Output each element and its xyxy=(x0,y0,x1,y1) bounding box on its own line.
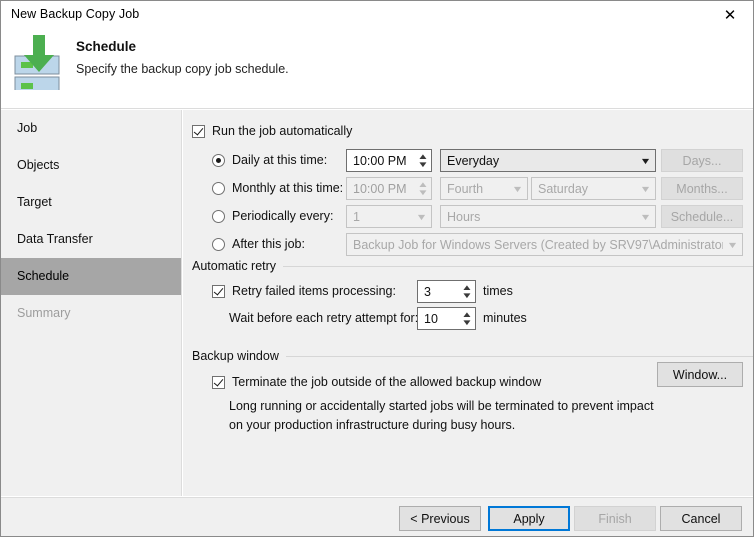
wait-minutes-value: 10 xyxy=(418,312,458,326)
terminate-job-checkbox[interactable] xyxy=(212,376,225,389)
sidebar-item-summary: Summary xyxy=(1,295,181,332)
run-automatically-row: Run the job automatically xyxy=(192,124,352,138)
daily-recurrence-combo[interactable]: Everyday ▼ xyxy=(440,149,656,172)
retry-times-suffix: times xyxy=(483,284,513,298)
periodically-interval-combo: 1 ▼ xyxy=(346,205,432,228)
daily-time-value: 10:00 PM xyxy=(347,154,414,168)
monthly-radio[interactable] xyxy=(212,182,225,195)
chevron-down-icon: ▼ xyxy=(409,212,435,222)
group-divider xyxy=(283,266,754,267)
chevron-down-icon: ▼ xyxy=(633,184,659,194)
daily-radio[interactable] xyxy=(212,154,225,167)
terminate-job-label: Terminate the job outside of the allowed… xyxy=(232,375,541,389)
daily-time-spinner[interactable]: 10:00 PM ▲▼ xyxy=(346,149,432,172)
close-icon[interactable]: ✕ xyxy=(707,1,753,29)
dialog-header: Schedule Specify the backup copy job sch… xyxy=(1,29,753,109)
monthly-day-value: Saturday xyxy=(532,182,636,196)
run-automatically-checkbox[interactable] xyxy=(192,125,205,138)
finish-button: Finish xyxy=(574,506,656,531)
monthly-time-spin-buttons: ▲▼ xyxy=(414,178,431,199)
page-title: Schedule xyxy=(76,39,289,54)
group-divider xyxy=(286,356,754,357)
after-job-label: After this job: xyxy=(232,237,305,251)
wait-minutes-suffix: minutes xyxy=(483,311,527,325)
daily-label: Daily at this time: xyxy=(232,153,327,167)
monthly-radio-row: Monthly at this time: xyxy=(212,181,343,195)
automatic-retry-group-label: Automatic retry xyxy=(192,259,276,273)
days-button: Days... xyxy=(661,149,743,172)
dialog-footer: < Previous Apply Finish Cancel xyxy=(1,497,753,536)
periodically-radio[interactable] xyxy=(212,210,225,223)
retry-times-spin-buttons[interactable]: ▲▼ xyxy=(458,281,475,302)
wizard-steps-sidebar: Job Objects Target Data Transfer Schedul… xyxy=(1,110,182,496)
chevron-down-icon: ▼ xyxy=(505,184,531,194)
periodically-label: Periodically every: xyxy=(232,209,333,223)
automatic-retry-group-header: Automatic retry xyxy=(192,259,754,273)
monthly-time-value: 10:00 PM xyxy=(347,182,414,196)
sidebar-item-job[interactable]: Job xyxy=(1,110,181,147)
after-job-combo: Backup Job for Windows Servers (Created … xyxy=(346,233,743,256)
backup-copy-job-icon xyxy=(13,34,69,90)
sidebar-item-objects[interactable]: Objects xyxy=(1,147,181,184)
sidebar-item-target[interactable]: Target xyxy=(1,184,181,221)
backup-window-description-line2: on your production infrastructure during… xyxy=(229,418,515,432)
monthly-label: Monthly at this time: xyxy=(232,181,343,195)
apply-button[interactable]: Apply xyxy=(488,506,570,531)
months-button: Months... xyxy=(661,177,743,200)
new-backup-copy-job-dialog: New Backup Copy Job ✕ Schedule Specify t… xyxy=(0,0,754,537)
schedule-button: Schedule... xyxy=(661,205,743,228)
window-title: New Backup Copy Job xyxy=(11,7,139,21)
chevron-down-icon: ▼ xyxy=(633,156,659,166)
daily-recurrence-value: Everyday xyxy=(441,154,636,168)
title-bar: New Backup Copy Job ✕ xyxy=(1,1,753,29)
wait-minutes-spin-buttons[interactable]: ▲▼ xyxy=(458,308,475,329)
after-job-value: Backup Job for Windows Servers (Created … xyxy=(347,238,723,252)
daily-time-spin-buttons[interactable]: ▲▼ xyxy=(414,150,431,171)
monthly-time-spinner: 10:00 PM ▲▼ xyxy=(346,177,432,200)
header-text-block: Schedule Specify the backup copy job sch… xyxy=(76,39,289,76)
main-content-panel: Run the job automatically Daily at this … xyxy=(183,110,753,496)
retry-failed-checkbox[interactable] xyxy=(212,285,225,298)
wait-before-retry-label: Wait before each retry attempt for: xyxy=(229,311,418,325)
terminate-job-row: Terminate the job outside of the allowed… xyxy=(212,375,541,389)
periodically-unit-value: Hours xyxy=(441,210,636,224)
monthly-week-combo: Fourth ▼ xyxy=(440,177,528,200)
monthly-week-value: Fourth xyxy=(441,182,508,196)
chevron-down-icon: ▼ xyxy=(720,240,746,250)
retry-failed-label: Retry failed items processing: xyxy=(232,284,396,298)
backup-window-description-line1: Long running or accidentally started job… xyxy=(229,399,654,413)
chevron-down-icon: ▼ xyxy=(633,212,659,222)
backup-window-group-label: Backup window xyxy=(192,349,279,363)
window-button[interactable]: Window... xyxy=(657,362,743,387)
previous-button[interactable]: < Previous xyxy=(399,506,481,531)
retry-times-value: 3 xyxy=(418,285,458,299)
cancel-button[interactable]: Cancel xyxy=(660,506,742,531)
after-job-radio-row: After this job: xyxy=(212,237,305,251)
page-subtitle: Specify the backup copy job schedule. xyxy=(76,62,289,76)
retry-times-spinner[interactable]: 3 ▲▼ xyxy=(417,280,476,303)
monthly-day-combo: Saturday ▼ xyxy=(531,177,656,200)
sidebar-item-data-transfer[interactable]: Data Transfer xyxy=(1,221,181,258)
backup-window-group-header: Backup window xyxy=(192,349,754,363)
sidebar-item-schedule[interactable]: Schedule xyxy=(1,258,181,295)
periodically-interval-value: 1 xyxy=(347,210,412,224)
periodically-radio-row: Periodically every: xyxy=(212,209,333,223)
periodically-unit-combo: Hours ▼ xyxy=(440,205,656,228)
run-automatically-label: Run the job automatically xyxy=(212,124,352,138)
daily-radio-row: Daily at this time: xyxy=(212,153,327,167)
wait-minutes-spinner[interactable]: 10 ▲▼ xyxy=(417,307,476,330)
retry-failed-row: Retry failed items processing: xyxy=(212,284,396,298)
after-job-radio[interactable] xyxy=(212,238,225,251)
